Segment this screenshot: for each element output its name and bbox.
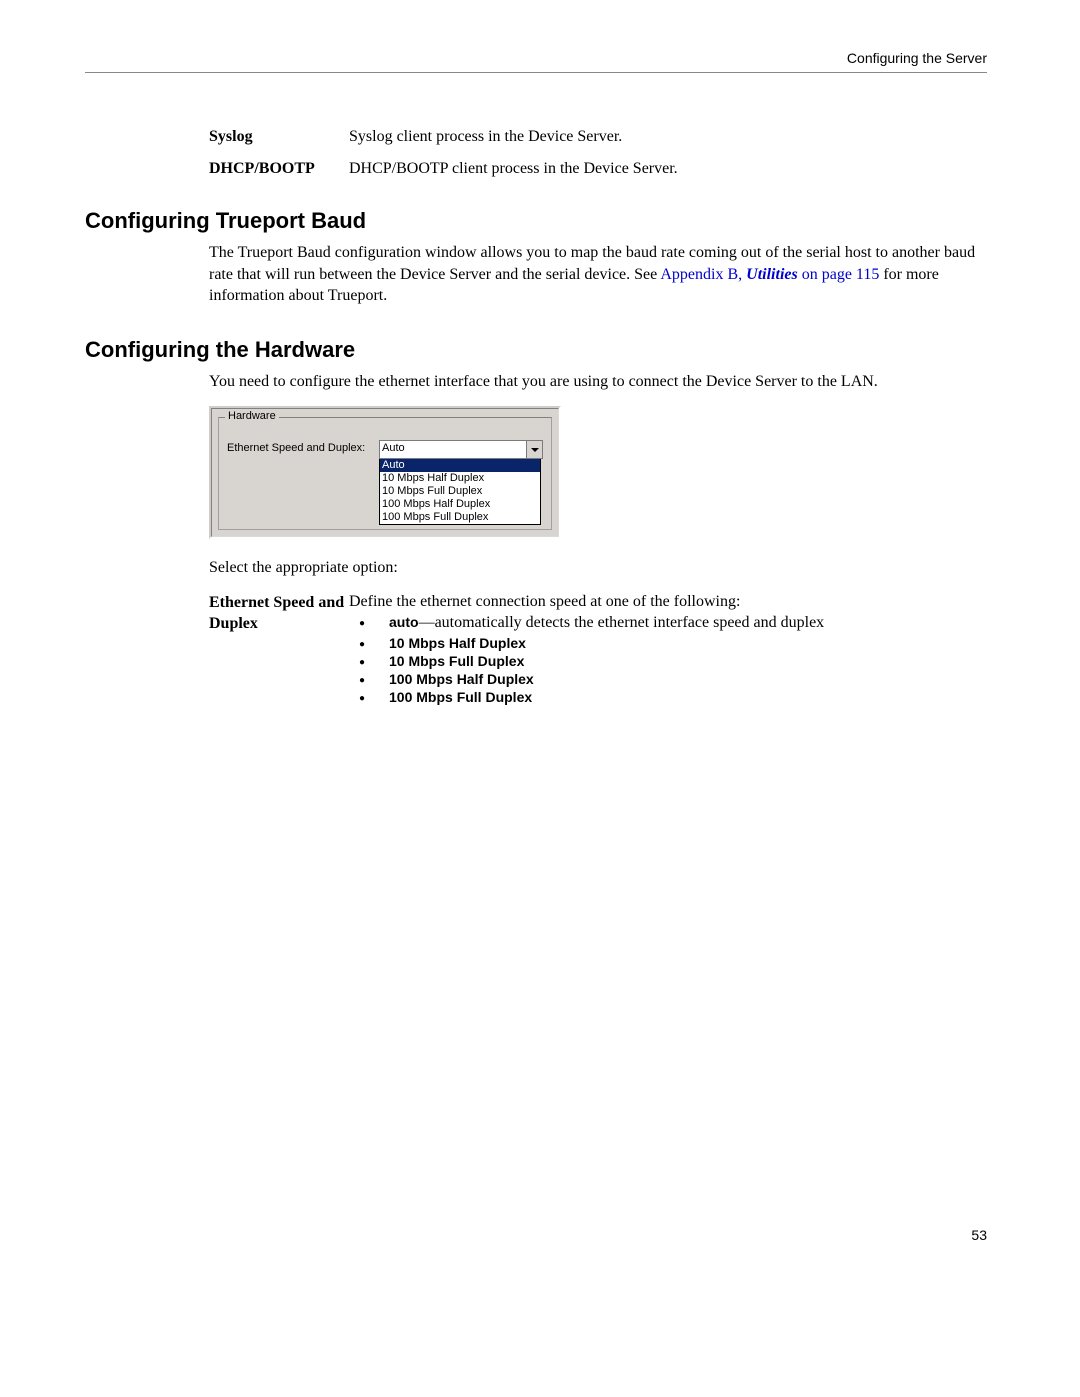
ethernet-def-term: Ethernet Speed and Duplex (209, 593, 349, 707)
ethernet-speed-label: Ethernet Speed and Duplex: (227, 440, 379, 454)
option-name: 100 Mbps Full Duplex (389, 688, 532, 706)
definition-table: Syslog Syslog client process in the Devi… (209, 128, 987, 178)
header-rule (85, 72, 987, 73)
page-number: 53 (85, 1227, 987, 1243)
running-header: Configuring the Server (85, 50, 987, 66)
list-item[interactable]: 100 Mbps Full Duplex (380, 511, 540, 524)
def-desc: DHCP/BOOTP client process in the Device … (349, 160, 678, 178)
hardware-groupbox: Hardware Ethernet Speed and Duplex: Auto… (218, 417, 552, 530)
option-name: 100 Mbps Half Duplex (389, 670, 534, 688)
list-item: ●100 Mbps Half Duplex (349, 670, 987, 688)
def-term: Syslog (209, 128, 349, 146)
def-row: DHCP/BOOTP DHCP/BOOTP client process in … (209, 160, 987, 178)
combobox-value: Auto (380, 441, 526, 458)
list-item: ●auto—automatically detects the ethernet… (349, 613, 987, 634)
list-item: ●10 Mbps Half Duplex (349, 634, 987, 652)
list-item: ●10 Mbps Full Duplex (349, 652, 987, 670)
combobox-listbox[interactable]: Auto 10 Mbps Half Duplex 10 Mbps Full Du… (379, 459, 541, 525)
link-italic: Utilities (746, 266, 798, 283)
chevron-down-icon (531, 448, 539, 452)
select-prompt: Select the appropriate option: (209, 557, 987, 579)
option-desc: —automatically detects the ethernet inte… (419, 614, 825, 631)
combobox-dropdown-button[interactable] (526, 441, 542, 458)
ethernet-options-list: ●auto—automatically detects the ethernet… (349, 613, 987, 707)
para-hardware: You need to configure the ethernet inter… (209, 371, 987, 393)
list-item[interactable]: 100 Mbps Half Duplex (380, 498, 540, 511)
groupbox-title: Hardware (225, 410, 279, 422)
para-trueport: The Trueport Baud configuration window a… (209, 242, 987, 307)
heading-hardware: Configuring the Hardware (85, 337, 987, 363)
bullet-icon: ● (349, 617, 389, 630)
bullet-icon: ● (349, 674, 389, 687)
list-item[interactable]: Auto (380, 459, 540, 472)
def-desc: Syslog client process in the Device Serv… (349, 128, 622, 146)
bullet-icon: ● (349, 638, 389, 651)
ethernet-speed-combobox[interactable]: Auto (379, 440, 543, 459)
def-term: DHCP/BOOTP (209, 160, 349, 178)
def-row: Syslog Syslog client process in the Devi… (209, 128, 987, 146)
option-name: 10 Mbps Full Duplex (389, 652, 524, 670)
appendix-link[interactable]: Appendix B, Utilities on page 115 (660, 266, 879, 283)
bullet-icon: ● (349, 656, 389, 669)
hardware-dialog: Hardware Ethernet Speed and Duplex: Auto… (209, 406, 561, 539)
link-prefix: Appendix B, (660, 266, 746, 283)
heading-trueport: Configuring Trueport Baud (85, 208, 987, 234)
list-item: ●100 Mbps Full Duplex (349, 688, 987, 706)
ethernet-def-intro: Define the ethernet connection speed at … (349, 593, 987, 611)
option-name: 10 Mbps Half Duplex (389, 634, 526, 652)
list-item[interactable]: 10 Mbps Full Duplex (380, 485, 540, 498)
ethernet-def-block: Ethernet Speed and Duplex Define the eth… (209, 593, 987, 707)
option-name: auto (389, 614, 419, 630)
link-suffix: on page 115 (798, 266, 880, 283)
bullet-icon: ● (349, 692, 389, 705)
list-item[interactable]: 10 Mbps Half Duplex (380, 472, 540, 485)
